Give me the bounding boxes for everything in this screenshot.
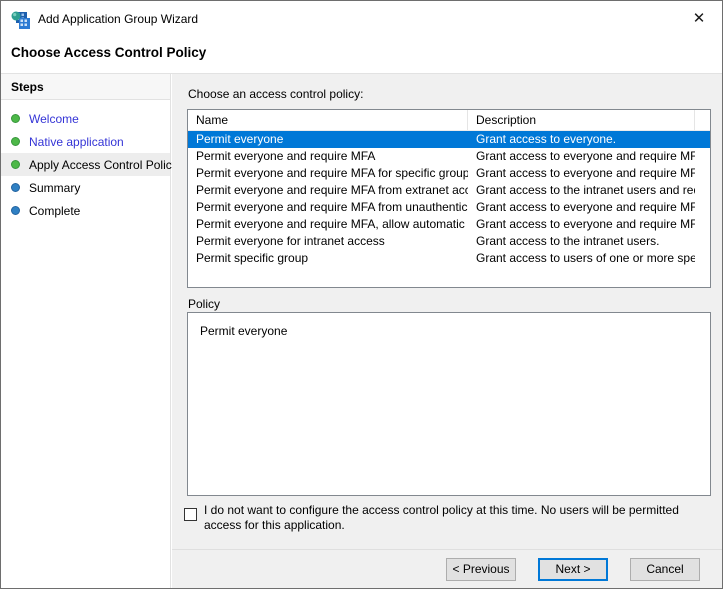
column-header-description[interactable]: Description <box>468 110 695 130</box>
table-row[interactable]: Permit everyone and require MFA from ext… <box>188 182 710 199</box>
policy-box: Permit everyone <box>187 312 711 496</box>
step-bullet-icon <box>11 183 20 192</box>
cell-description: Grant access to the intranet users and r… <box>468 182 695 199</box>
cell-name: Permit everyone and require MFA for spec… <box>188 165 468 182</box>
cell-name: Permit everyone and require MFA from una… <box>188 199 468 216</box>
policy-label: Policy <box>188 297 220 311</box>
cancel-button[interactable]: Cancel <box>630 558 700 581</box>
policy-list-label: Choose an access control policy: <box>188 87 363 101</box>
steps-list: Welcome Native application Apply Access Co… <box>1 100 170 222</box>
cell-name: Permit everyone for intranet access <box>188 233 468 250</box>
step-label[interactable]: Welcome <box>29 112 79 126</box>
table-row[interactable]: Permit everyone and require MFA for spec… <box>188 165 710 182</box>
table-row[interactable]: Permit everyone for intranet accessGrant… <box>188 233 710 250</box>
footer-button-bar: < Previous Next > Cancel <box>172 549 722 588</box>
steps-sidebar: Steps Welcome Native application Apply Acc… <box>1 74 171 588</box>
cell-name: Permit specific group <box>188 250 468 267</box>
cell-name: Permit everyone and require MFA from ext… <box>188 182 468 199</box>
sidebar-item-summary: Summary <box>1 176 170 199</box>
cell-name: Permit everyone <box>188 131 468 148</box>
step-label: Complete <box>29 204 80 218</box>
column-header-filler <box>695 110 710 130</box>
steps-header: Steps <box>1 74 170 100</box>
cell-description: Grant access to everyone and require MFA… <box>468 216 695 233</box>
next-button[interactable]: Next > <box>538 558 608 581</box>
column-header-name[interactable]: Name <box>188 110 468 130</box>
table-body: Permit everyoneGrant access to everyone.… <box>188 131 710 267</box>
previous-button[interactable]: < Previous <box>446 558 516 581</box>
table-header: Name Description <box>188 110 710 131</box>
skip-policy-label: I do not want to configure the access co… <box>204 503 716 532</box>
table-row[interactable]: Permit everyoneGrant access to everyone. <box>188 131 710 148</box>
sidebar-item-apply-access-control-policy: Apply Access Control Policy <box>1 153 170 176</box>
table-row[interactable]: Permit specific groupGrant access to use… <box>188 250 710 267</box>
skip-policy-row: I do not want to configure the access co… <box>184 503 723 532</box>
table-row[interactable]: Permit everyone and require MFAGrant acc… <box>188 148 710 165</box>
access-control-policy-table: Name Description Permit everyoneGrant ac… <box>187 109 711 288</box>
title-bar: Add Application Group Wizard ✕ <box>1 1 722 37</box>
wizard-dialog: Add Application Group Wizard ✕ Choose Ac… <box>0 0 723 589</box>
cell-description: Grant access to users of one or more spe… <box>468 250 695 267</box>
page-title: Choose Access Control Policy <box>11 45 206 60</box>
cell-description: Grant access to everyone. <box>468 131 695 148</box>
step-label: Summary <box>29 181 80 195</box>
step-bullet-icon <box>11 137 20 146</box>
sidebar-item-welcome[interactable]: Welcome <box>1 107 170 130</box>
cell-name: Permit everyone and require MFA, allow a… <box>188 216 468 233</box>
step-label: Apply Access Control Policy <box>29 158 178 172</box>
adfs-app-icon <box>11 10 30 29</box>
policy-value: Permit everyone <box>200 324 287 338</box>
skip-policy-checkbox[interactable] <box>184 508 197 521</box>
window-title: Add Application Group Wizard <box>38 12 198 26</box>
table-row[interactable]: Permit everyone and require MFA, allow a… <box>188 216 710 233</box>
table-row[interactable]: Permit everyone and require MFA from una… <box>188 199 710 216</box>
cell-description: Grant access to everyone and require MFA… <box>468 148 695 165</box>
sidebar-item-native-application[interactable]: Native application <box>1 130 170 153</box>
cell-name: Permit everyone and require MFA <box>188 148 468 165</box>
step-bullet-icon <box>11 160 20 169</box>
main-panel: Choose an access control policy: Name De… <box>172 74 722 549</box>
sidebar-item-complete: Complete <box>1 199 170 222</box>
step-bullet-icon <box>11 206 20 215</box>
step-bullet-icon <box>11 114 20 123</box>
close-icon[interactable]: ✕ <box>676 1 722 35</box>
step-label[interactable]: Native application <box>29 135 124 149</box>
cell-description: Grant access to everyone and require MFA… <box>468 165 695 182</box>
cell-description: Grant access to everyone and require MFA… <box>468 199 695 216</box>
cell-description: Grant access to the intranet users. <box>468 233 695 250</box>
